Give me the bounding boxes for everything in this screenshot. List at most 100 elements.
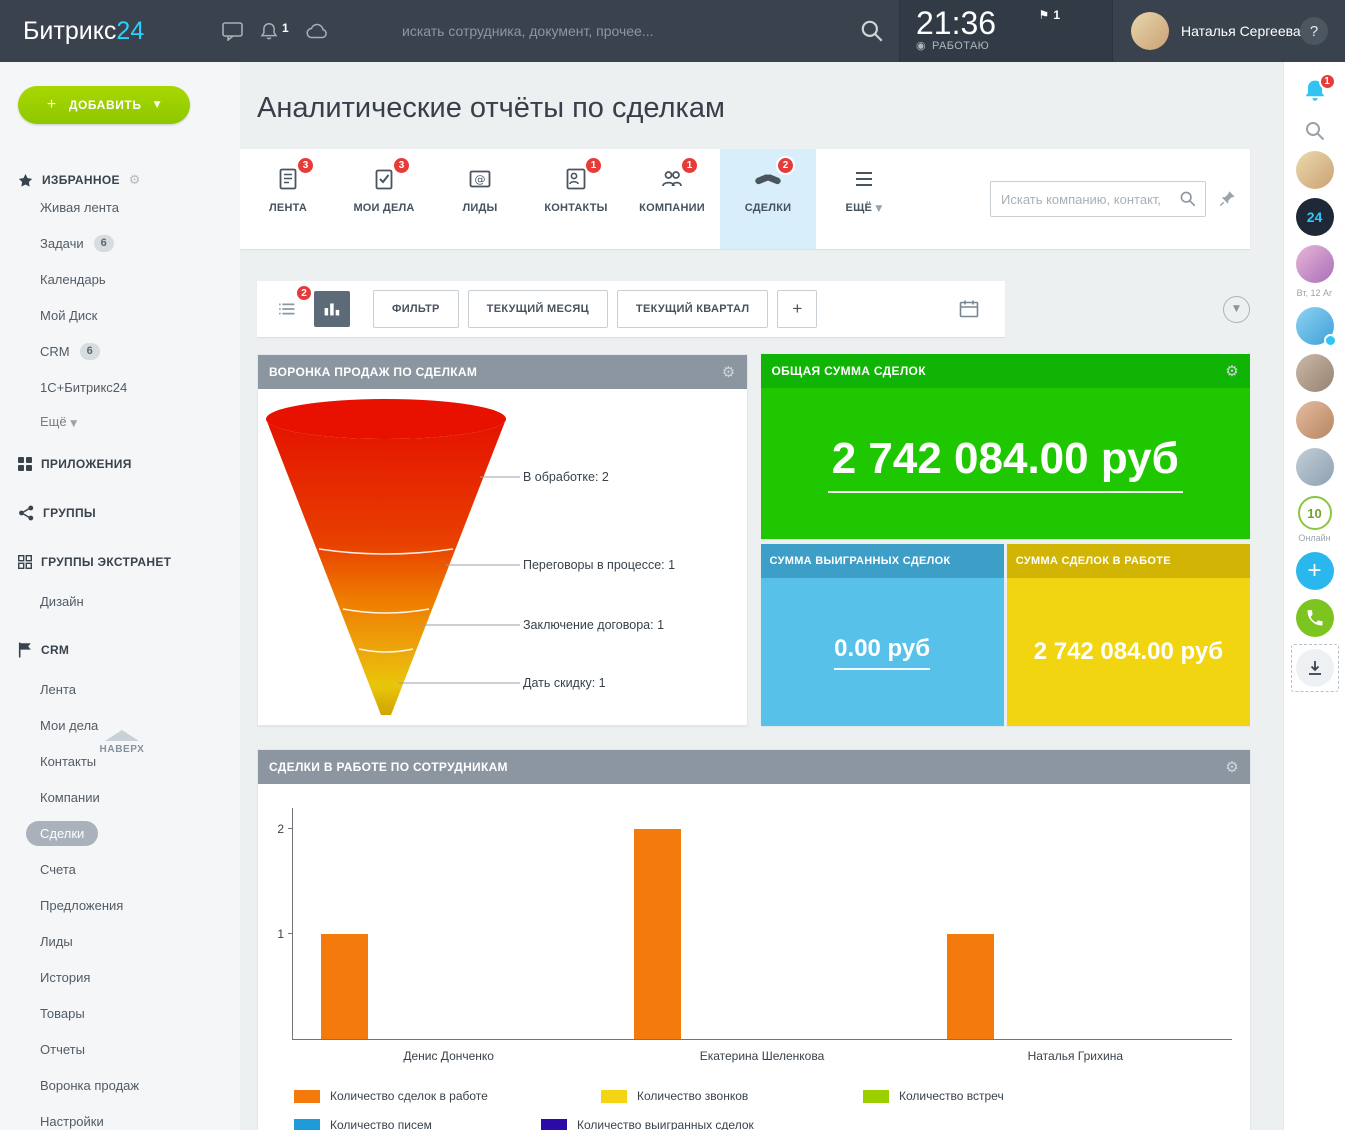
tab-my-activities[interactable]: 3 МОИ ДЕЛА [336,149,432,249]
toolbar-card: 2 ФИЛЬТР ТЕКУЩИЙ МЕСЯЦ ТЕКУЩИЙ КВАРТАЛ + [257,281,1005,337]
download-button[interactable] [1296,649,1334,687]
total-sum-widget: ОБЩАЯ СУММА СДЕЛОК ⚙ 2 742 084.00 руб [761,354,1251,539]
search-icon[interactable] [1179,190,1197,208]
sidebar-item-invoices[interactable]: Счета [0,852,240,888]
widget-title: СДЕЛКИ В РАБОТЕ ПО СОТРУДНИКАМ [269,760,508,774]
won-sum-value[interactable]: 0.00 руб [834,635,930,670]
online-count-badge[interactable]: 10 [1298,496,1332,530]
tab-badge: 2 [776,156,795,175]
sidebar-item-companies[interactable]: Компании [0,780,240,816]
sidebar-item-my-disk[interactable]: Мой Диск [0,298,240,334]
sidebar-item-quotes[interactable]: Предложения [0,888,240,924]
sidebar-item-crm[interactable]: CRM6 [0,334,240,370]
avatar[interactable] [1296,401,1334,439]
avatar[interactable] [1296,307,1334,345]
rail-search-icon[interactable] [1304,120,1326,142]
sidebar-item-1c-bitrix24[interactable]: 1С+Битрикс24 [0,370,240,406]
sums-stack: ОБЩАЯ СУММА СДЕЛОК ⚙ 2 742 084.00 руб СУ… [761,354,1251,726]
scroll-to-top-button[interactable]: НАВЕРХ [86,730,158,755]
grid-icon [18,555,32,569]
tab-contacts[interactable]: 1 КОНТАКТЫ [528,149,624,249]
crm-section-header[interactable]: CRM [0,640,240,660]
sidebar-item-label: Товары [40,1006,85,1021]
help-button[interactable]: ? [1300,17,1328,45]
avatar[interactable] [1296,354,1334,392]
chart-view-icon [320,297,344,321]
filter-button[interactable]: ФИЛЬТР [373,290,459,328]
user-avatar[interactable] [1131,12,1169,50]
bar-ekaterina[interactable] [634,829,681,1039]
sidebar-item-tasks[interactable]: Задачи6 [0,226,240,262]
notifications-bell-icon[interactable]: 1 [260,22,289,41]
search-icon[interactable] [859,18,885,44]
sidebar-item-settings[interactable]: Настройки [0,1104,240,1130]
sidebar-item-history[interactable]: История [0,960,240,996]
work-sum-value[interactable]: 2 742 084.00 руб [1034,638,1223,666]
work-status[interactable]: ◉РАБОТАЮ [916,39,1096,52]
y-axis-tick: 2 [266,823,284,835]
current-quarter-button[interactable]: ТЕКУЩИЙ КВАРТАЛ [617,290,769,328]
rail-notifications-bell-icon[interactable]: 1 [1302,78,1328,104]
gear-icon[interactable]: ⚙ [1225,364,1239,379]
sidebar-item-more[interactable]: Ещё ▼ [0,406,240,438]
app-logo[interactable]: Битрикс24 [0,17,222,46]
current-month-button[interactable]: ТЕКУЩИЙ МЕСЯЦ [468,290,608,328]
sidebar-item-leads[interactable]: Лиды [0,924,240,960]
tab-leads[interactable]: @ ЛИДЫ [432,149,528,249]
chart-view-toggle[interactable] [314,291,350,327]
pin-icon[interactable] [1219,190,1236,207]
sidebar-item-sales-funnel[interactable]: Воронка продаж [0,1068,240,1104]
add-period-button[interactable]: + [777,290,817,328]
work-sum-widget: СУММА СДЕЛОК В РАБОТЕ 2 742 084.00 руб [1007,544,1250,726]
add-button[interactable]: + ДОБАВИТЬ ▼ [18,86,190,124]
download-button-frame [1291,644,1339,692]
bar-denis[interactable] [321,934,368,1039]
entity-search-input[interactable] [990,181,1206,217]
tab-feed[interactable]: 3 ЛЕНТА [240,149,336,249]
avatar-24-badge[interactable]: 24 [1296,198,1334,236]
collapse-button[interactable]: ▼ [1223,296,1250,323]
widget-title: ОБЩАЯ СУММА СДЕЛОК [772,364,926,378]
tab-badge: 1 [584,156,603,175]
sidebar-item-label: Предложения [40,898,123,913]
tab-badge: 3 [392,156,411,175]
sidebar-item-deals-selected[interactable]: Сделки [0,816,240,852]
sidebar-item-live-feed[interactable]: Живая лента [0,190,240,226]
tab-label: ЛИДЫ [462,202,497,214]
sidebar-item-label: CRM [40,344,70,359]
tab-deals[interactable]: 2 СДЕЛКИ [720,149,816,249]
sidebar-item-label: Ещё [40,414,67,429]
total-sum-value[interactable]: 2 742 084.00 руб [828,434,1183,493]
apps-header[interactable]: ПРИЛОЖЕНИЯ [0,454,240,474]
messenger-icon[interactable] [222,22,243,41]
sidebar-item-design[interactable]: Дизайн [0,584,240,620]
tab-companies[interactable]: 1 КОМПАНИИ [624,149,720,249]
list-view-toggle[interactable]: 2 [269,291,305,327]
sidebar-item-products[interactable]: Товары [0,996,240,1032]
funnel-stage-label: В обработке: 2 [523,470,609,484]
gear-icon[interactable]: ⚙ [722,365,736,380]
sidebar-item-feed[interactable]: Лента [0,672,240,708]
cloud-icon[interactable] [306,23,328,39]
sidebar-item-reports[interactable]: Отчеты [0,1032,240,1068]
avatar[interactable] [1296,151,1334,189]
report-toolbar: 2 ФИЛЬТР ТЕКУЩИЙ МЕСЯЦ ТЕКУЩИЙ КВАРТАЛ +… [257,281,1250,337]
gear-icon[interactable]: ⚙ [1225,760,1239,775]
tab-more[interactable]: ЕЩЁ ▼ [816,149,912,249]
flag-indicator: ⚑1 [1039,8,1060,22]
groups-header-label: ГРУППЫ [43,506,96,520]
gear-icon[interactable]: ⚙ [129,174,141,187]
avatar[interactable] [1296,448,1334,486]
sidebar-item-label: Лиды [40,934,73,949]
bar-slot [293,808,606,1039]
sidebar-item-calendar[interactable]: Календарь [0,262,240,298]
bar-natalia[interactable] [947,934,994,1039]
global-search-input[interactable] [402,23,859,39]
clock-widget[interactable]: 21:36 ⚑1 ◉РАБОТАЮ [899,0,1113,62]
extranet-groups-header[interactable]: ГРУППЫ ЭКСТРАНЕТ [0,552,240,572]
avatar[interactable] [1296,245,1334,283]
phone-button[interactable] [1296,599,1334,637]
calendar-icon[interactable] [957,297,981,321]
groups-header[interactable]: ГРУППЫ [0,503,240,523]
invite-plus-button[interactable]: + [1296,552,1334,590]
